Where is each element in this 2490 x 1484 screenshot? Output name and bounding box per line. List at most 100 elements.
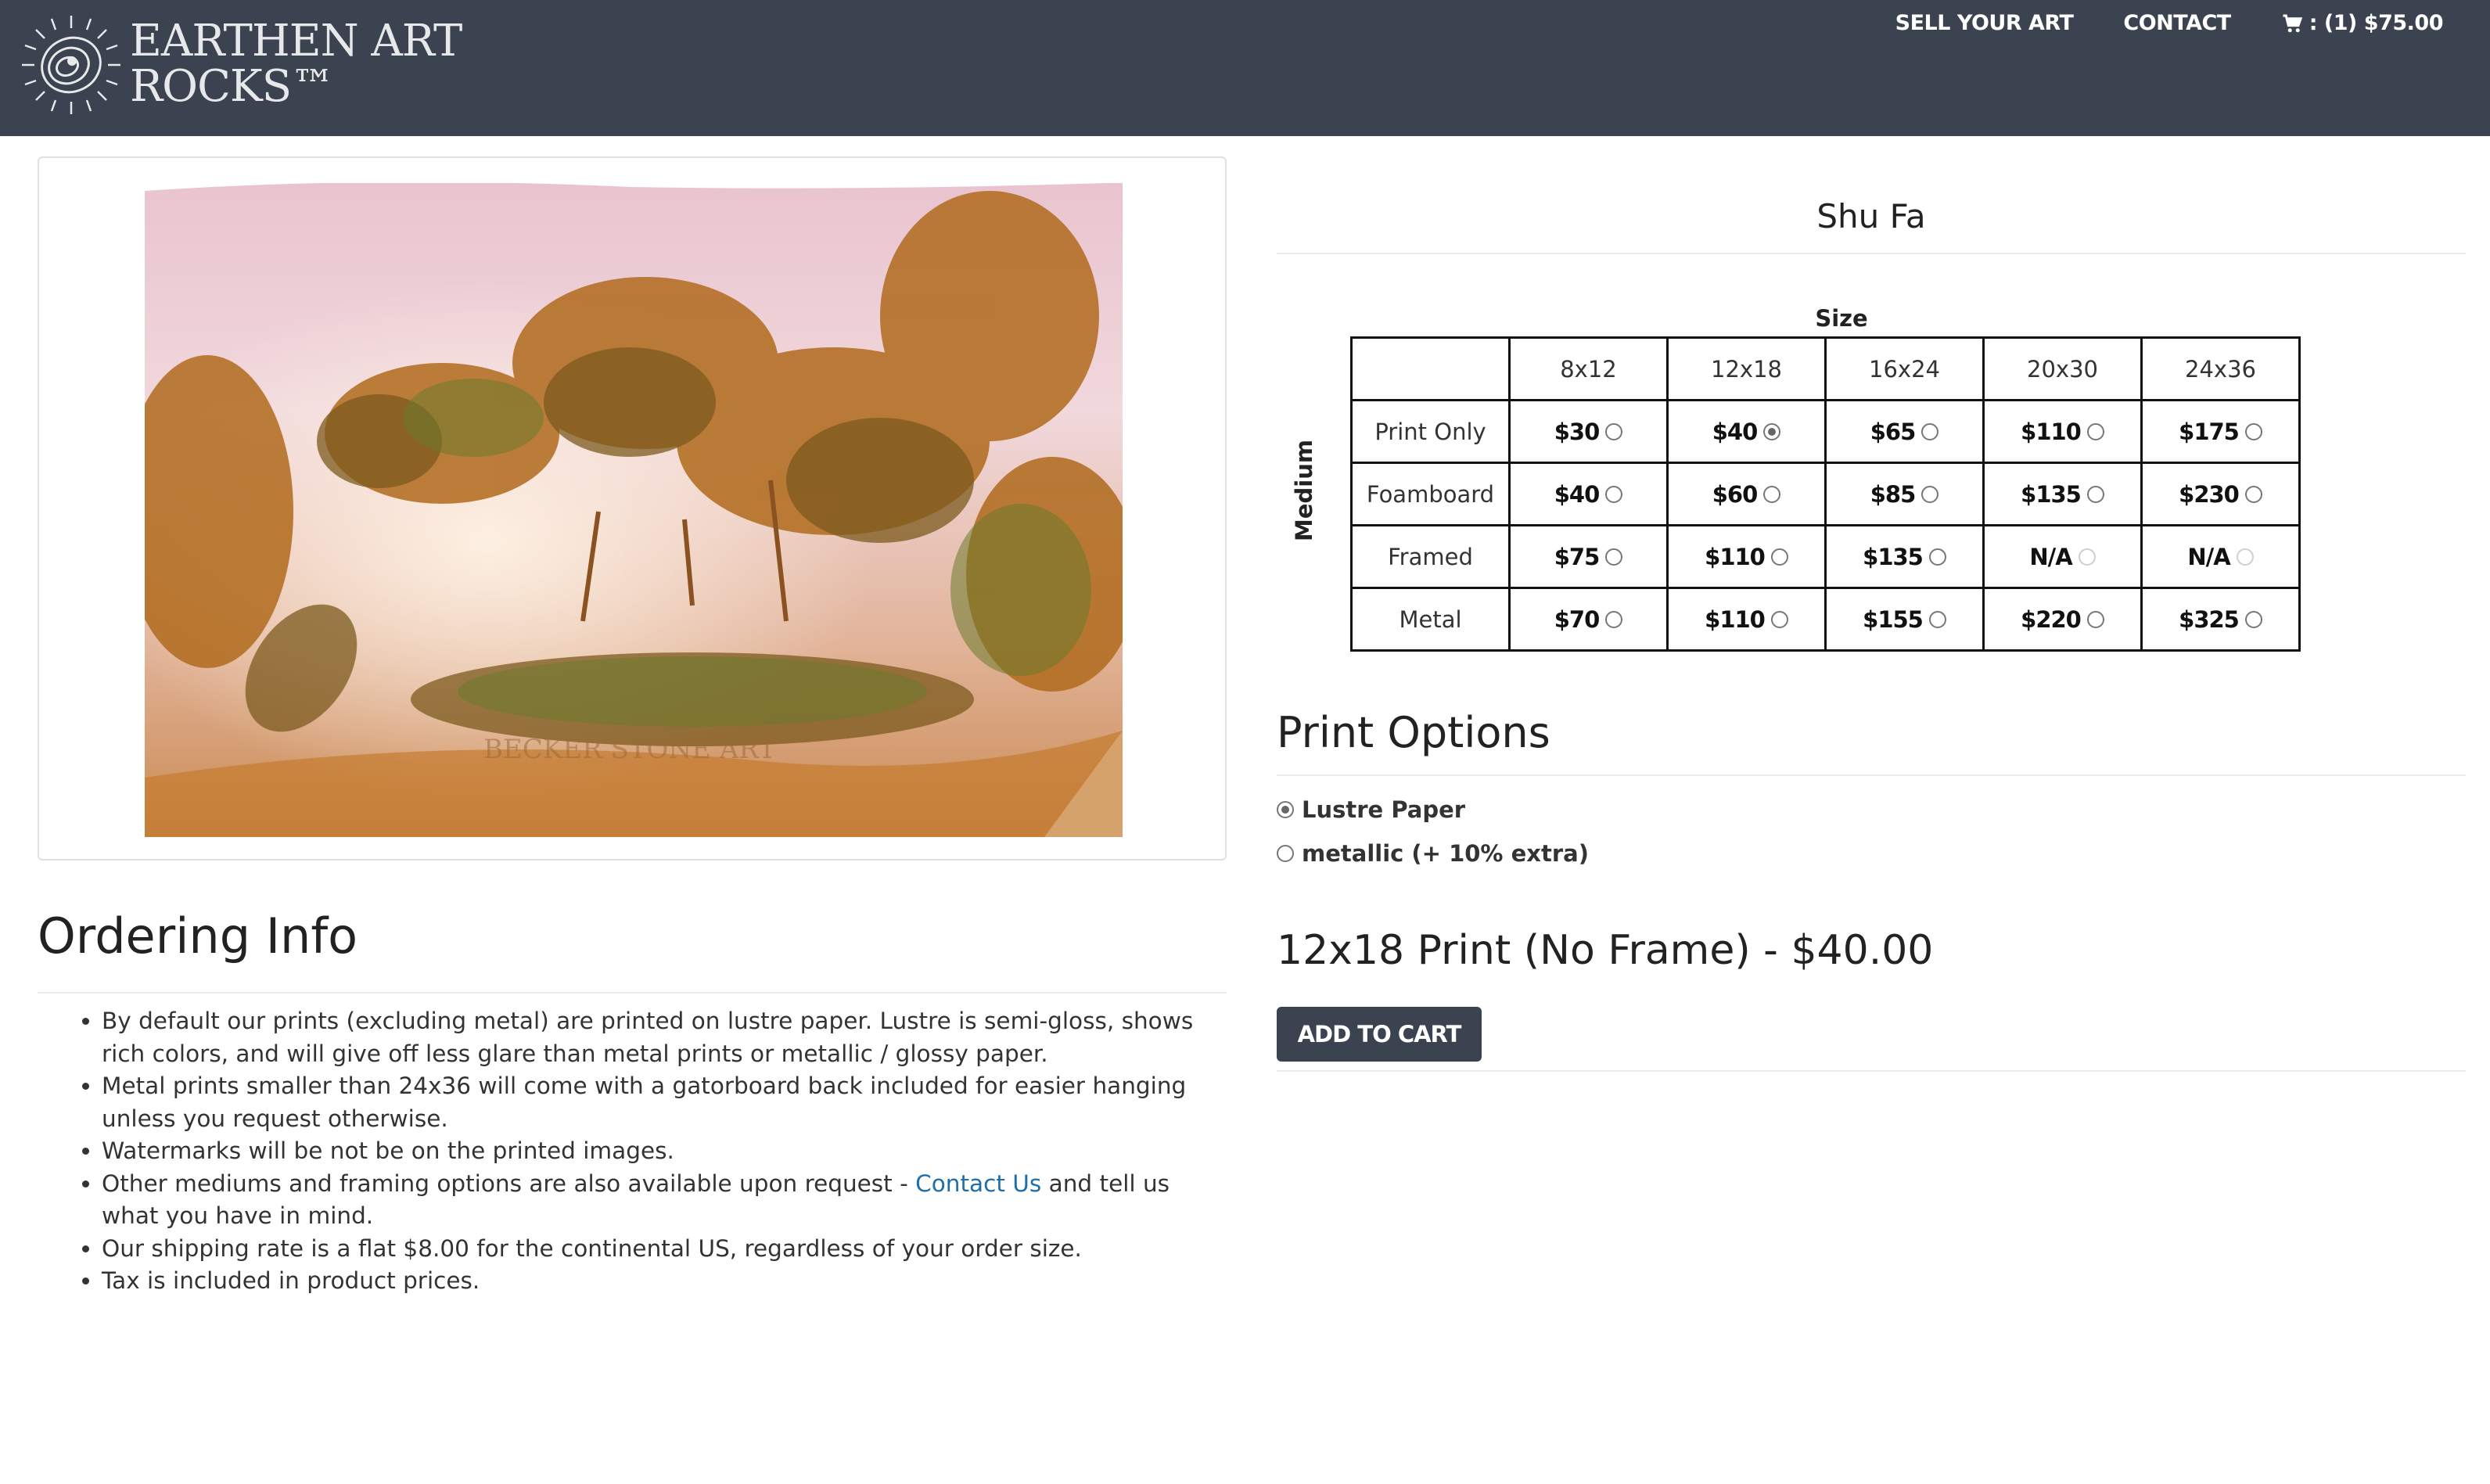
price-radio-selected[interactable] [1763,422,1781,440]
medium-header: Print Only [1350,399,1511,464]
size-header: 24x36 [2140,336,2301,401]
ordering-info-item: Metal prints smaller than 24x36 will com… [102,1070,1227,1135]
price-option[interactable]: $155 [1824,587,1985,652]
price-radio[interactable] [1605,610,1623,628]
ordering-info-item: By default our prints (excluding metal) … [102,1005,1227,1070]
price-option-unavailable: N/A [1982,524,2143,589]
price-radio[interactable] [1605,548,1623,566]
price-radio[interactable] [1928,610,1946,628]
price-option[interactable]: $135 [1982,462,2143,526]
price-radio[interactable] [2086,485,2104,503]
price-value: $155 [1863,605,1924,633]
price-option[interactable]: $135 [1824,524,1985,589]
price-option[interactable]: $85 [1824,462,1985,526]
medium-header: Foamboard [1350,462,1511,526]
price-value: $135 [2021,480,2082,508]
price-value: $40 [1554,480,1601,508]
price-table-header-row: 8x12 12x18 16x24 20x30 24x36 [1350,336,2301,401]
nav-cart[interactable]: : (1) $75.00 [2281,11,2444,35]
divider [1277,1070,2466,1072]
price-radio[interactable] [2086,422,2104,440]
ordering-info-item: Other mediums and framing options are al… [102,1168,1227,1233]
watermark-text: BECKER STONE ART [483,734,776,765]
nav-contact[interactable]: CONTACT [2123,11,2231,35]
brand-logo[interactable]: EARTHEN ART ROCKS™ [20,14,462,116]
nav-links: SELL YOUR ART CONTACT : (1) $75.00 [1895,11,2444,35]
divider [1277,253,2466,254]
price-table-corner [1350,336,1511,401]
size-header: 8x12 [1508,336,1669,401]
price-value: $220 [2021,605,2082,633]
price-option[interactable]: $30 [1508,399,1669,464]
price-option[interactable]: $110 [1666,524,1827,589]
price-radio[interactable] [1605,422,1623,440]
selection-summary: 12x18 Print (No Frame) - $40.00 [1277,927,1934,974]
price-value: $110 [1705,605,1766,633]
medium-header: Framed [1350,524,1511,589]
price-radio[interactable] [2244,610,2262,628]
size-header: 12x18 [1666,336,1827,401]
print-option-metallic[interactable]: metallic (+ 10% extra) [1277,840,1589,867]
navbar: EARTHEN ART ROCKS™ SELL YOUR ART CONTACT… [0,0,2490,136]
price-value: N/A [2029,543,2072,570]
cart-summary: : (1) $75.00 [2309,11,2444,35]
price-table-row: Print Only $30 $40 $65 $110 $175 [1350,399,2301,464]
size-header: 20x30 [1982,336,2143,401]
price-value: $110 [1705,543,1766,570]
add-to-cart-button[interactable]: ADD TO CART [1277,1007,1482,1062]
price-radio[interactable] [1921,485,1939,503]
print-option-lustre[interactable]: Lustre Paper [1277,796,1465,823]
price-option[interactable]: $110 [1982,399,2143,464]
brand-name: EARTHEN ART ROCKS™ [130,19,462,110]
price-value: $40 [1712,418,1759,445]
price-value: $65 [1870,418,1917,445]
divider [1277,774,2466,776]
print-option-label: metallic (+ 10% extra) [1302,840,1589,867]
price-radio[interactable] [1921,422,1939,440]
contact-us-link[interactable]: Contact Us [915,1170,1041,1197]
ordering-info-item: Watermarks will be not be on the printed… [102,1135,1227,1168]
price-radio[interactable] [1928,548,1946,566]
metallic-radio[interactable] [1277,845,1294,862]
price-radio[interactable] [1763,485,1781,503]
lustre-radio[interactable] [1277,801,1294,818]
price-radio[interactable] [1605,485,1623,503]
brand-line-1: EARTHEN ART [130,16,462,66]
size-header: 16x24 [1824,336,1985,401]
price-value: $325 [2179,605,2240,633]
ordering-info-list: By default our prints (excluding metal) … [38,1005,1227,1298]
brand-line-2: ROCKS™ [130,61,335,112]
price-option[interactable]: $230 [2140,462,2301,526]
price-radio[interactable] [2086,610,2104,628]
geode-logo-icon [22,16,120,114]
ordering-info-title: Ordering Info [38,907,358,965]
price-option[interactable]: $65 [1824,399,1985,464]
price-value: $85 [1870,480,1917,508]
price-radio[interactable] [1770,610,1788,628]
ordering-info-text: Other mediums and framing options are al… [102,1170,916,1197]
price-table: 8x12 12x18 16x24 20x30 24x36 Print Only … [1350,336,2301,652]
price-value: $30 [1554,418,1601,445]
divider [38,992,1227,994]
price-option[interactable]: $40 [1666,399,1827,464]
price-radio[interactable] [2244,422,2262,440]
price-radio[interactable] [1770,548,1788,566]
price-value: $110 [2021,418,2082,445]
price-option[interactable]: $70 [1508,587,1669,652]
artwork-image[interactable]: BECKER STONE ART [145,183,1123,837]
price-value: $230 [2179,480,2240,508]
price-option[interactable]: $175 [2140,399,2301,464]
price-value: $135 [1863,543,1924,570]
price-table-row: Foamboard $40 $60 $85 $135 $230 [1350,462,2301,526]
price-option[interactable]: $220 [1982,587,2143,652]
price-table-row: Metal $70 $110 $155 $220 $325 [1350,587,2301,652]
price-option[interactable]: $60 [1666,462,1827,526]
price-option[interactable]: $110 [1666,587,1827,652]
price-option[interactable]: $75 [1508,524,1669,589]
nav-sell-your-art[interactable]: SELL YOUR ART [1895,11,2074,35]
price-option[interactable]: $40 [1508,462,1669,526]
size-axis-label: Size [1815,305,1868,332]
price-option[interactable]: $325 [2140,587,2301,652]
price-radio[interactable] [2244,485,2262,503]
price-radio-disabled [2078,548,2096,566]
